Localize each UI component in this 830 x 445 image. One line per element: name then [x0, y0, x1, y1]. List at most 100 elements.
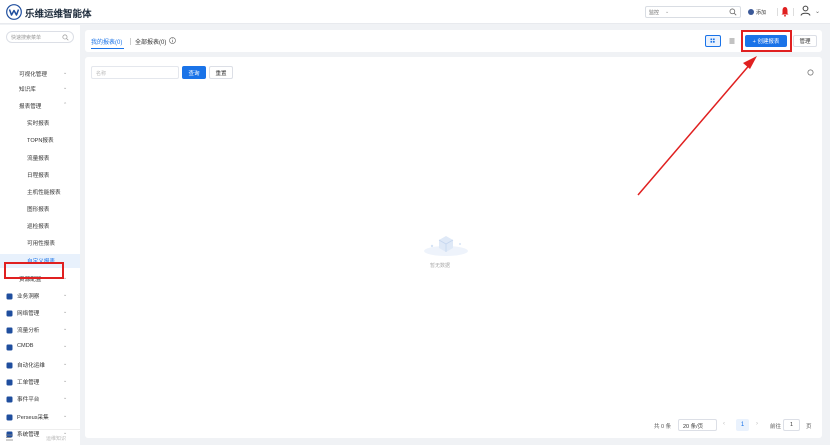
app-title: 乐维运维智能体 — [25, 9, 92, 20]
sidebar-item[interactable]: 事件平台 ⌄ — [0, 392, 80, 406]
search-scope-select[interactable]: 监控 — [649, 9, 659, 16]
sidebar-item[interactable]: 日程报表 — [0, 168, 80, 182]
sidebar-item-label: 实时报表 — [27, 121, 50, 127]
sidebar-item[interactable]: 流量分析 ⌄ — [0, 323, 80, 337]
sidebar-item[interactable]: 实时报表 — [0, 116, 80, 130]
sidebar-item-label: 网络管理 — [17, 311, 40, 317]
sidebar-item[interactable]: 可用性报表 — [0, 236, 80, 250]
traffic-icon — [6, 327, 13, 334]
global-search-input[interactable]: 监控 ⌄ — [645, 6, 741, 18]
chevron-down-icon: ⌄ — [63, 343, 68, 349]
search-icon[interactable] — [62, 34, 69, 41]
business-icon — [6, 293, 13, 300]
chevron-down-icon: ⌄ — [63, 70, 68, 76]
chevron-down-icon: ⌄ — [63, 292, 68, 298]
sidebar-item-label: 可用性报表 — [27, 241, 55, 247]
sidebar-item[interactable]: 巡检报表 — [0, 219, 80, 233]
user-icon[interactable] — [800, 5, 811, 16]
top-bar: 乐维运维智能体 监控 ⌄ 添加 ⌄ — [0, 0, 830, 24]
chevron-up-icon: ⌃ — [63, 102, 68, 108]
tab-my-reports[interactable]: 我的报表(0) — [91, 37, 122, 46]
name-filter-placeholder: 名称 — [96, 71, 107, 77]
add-button[interactable]: 添加 — [748, 6, 766, 18]
empty-state-illustration — [424, 236, 468, 256]
sidebar-item-label: TOPN报表 — [27, 138, 54, 144]
sidebar-item-label: 报表管理 — [19, 104, 42, 110]
add-label: 添加 — [756, 9, 767, 16]
network-icon — [6, 310, 13, 317]
sidebar-item[interactable]: 自动化运维 ⌄ — [0, 358, 80, 372]
sidebar-item-label: 巡检报表 — [27, 224, 50, 230]
sidebar-item[interactable]: 流量报表 — [0, 151, 80, 165]
footer-link[interactable]: 运维知识 — [46, 435, 66, 442]
tab-all-reports[interactable]: 全部报表(0) — [135, 37, 166, 46]
tab-bar: 我的报表(0) 全部报表(0) + 创建报表 管理 — [85, 30, 822, 52]
grid-view-button[interactable] — [705, 35, 721, 47]
manage-button[interactable]: 管理 — [793, 35, 817, 47]
name-filter-input[interactable]: 名称 — [91, 66, 179, 79]
sidebar-item-label: 业务洞察 — [17, 294, 40, 300]
query-button[interactable]: 查询 — [182, 66, 206, 79]
page-number-current[interactable]: 1 — [736, 419, 749, 431]
divider — [777, 8, 778, 16]
user-menu-chevron-icon[interactable]: ⌄ — [815, 8, 820, 15]
sidebar-item-label: 自动化运维 — [17, 363, 45, 369]
automation-icon — [6, 362, 13, 369]
search-icon[interactable] — [729, 8, 737, 16]
sidebar-item-label: 流量报表 — [27, 156, 50, 162]
sidebar-item-label: 主机性能报表 — [27, 190, 61, 196]
sidebar-item[interactable]: 知识库 ⌄ — [0, 82, 80, 96]
sidebar-item-label: 工单管理 — [17, 380, 40, 386]
sidebar-item-label: 可视化管理 — [19, 72, 47, 78]
sidebar-item-label: Perseus采集 — [17, 415, 49, 421]
list-icon — [729, 38, 735, 44]
page-unit-label: 页 — [806, 424, 812, 430]
menu-search-placeholder: 快速搜索菜单 — [11, 35, 42, 41]
next-page-icon[interactable]: › — [756, 421, 758, 427]
grid-icon — [710, 38, 715, 43]
sidebar-item[interactable]: Perseus采集 ⌄ — [0, 410, 80, 424]
chevron-down-icon: ⌄ — [63, 378, 68, 384]
chevron-down-icon: ⌄ — [63, 413, 68, 419]
list-view-button[interactable] — [724, 35, 740, 47]
sidebar-item[interactable]: 图形报表 — [0, 202, 80, 216]
divider — [793, 8, 794, 16]
info-icon[interactable] — [169, 37, 176, 44]
pagination: 共 0 条 20 条/页 ‹ 1 › 前往 1 页 — [85, 418, 822, 432]
highlight-box — [4, 262, 64, 279]
sidebar-item[interactable]: TOPN报表 — [0, 133, 80, 147]
sidebar-item[interactable]: CMDB ⌄ — [0, 340, 80, 354]
bell-icon[interactable] — [781, 6, 789, 17]
report-content-panel: 名称 查询 重置 暂无数据 共 0 条 20 条/页 ‹ 1 › 前往 1 页 — [85, 57, 822, 438]
page-size-select[interactable]: 20 条/页 — [678, 419, 717, 431]
reset-button[interactable]: 重置 — [209, 66, 233, 79]
goto-page-input[interactable]: 1 — [783, 419, 800, 431]
refresh-icon[interactable] — [807, 69, 814, 76]
sidebar-item[interactable]: 业务洞察 ⌄ — [0, 289, 80, 303]
sidebar-item[interactable]: 可视化管理 ⌄ — [0, 67, 80, 81]
divider — [130, 38, 131, 45]
menu-search-input[interactable]: 快速搜索菜单 — [6, 31, 74, 43]
ticket-icon — [6, 379, 13, 386]
sidebar-item-label: 事件平台 — [17, 397, 40, 403]
sidebar-item-label: CMDB — [17, 343, 34, 349]
prev-page-icon[interactable]: ‹ — [723, 421, 725, 427]
sidebar-item[interactable]: 网络管理 ⌄ — [0, 306, 80, 320]
menu-toggle-icon[interactable] — [6, 434, 13, 441]
chevron-down-icon: ⌄ — [665, 9, 670, 15]
sidebar-footer: 运维知识 — [0, 429, 80, 445]
app-logo-icon — [6, 4, 22, 20]
chevron-down-icon: ⌄ — [63, 361, 68, 367]
active-tab-indicator — [91, 48, 124, 49]
goto-label: 前往 — [770, 424, 782, 430]
create-report-button[interactable]: + 创建报表 — [745, 35, 787, 47]
sidebar-item[interactable]: 主机性能报表 — [0, 185, 80, 199]
perseus-icon — [6, 414, 13, 421]
add-icon — [748, 9, 754, 15]
cmdb-icon — [6, 344, 13, 351]
page-size-value: 20 条/页 — [683, 424, 704, 430]
sidebar-item-label: 知识库 — [19, 87, 36, 93]
sidebar-item[interactable]: 报表管理 ⌃ — [0, 99, 80, 113]
sidebar-item[interactable]: 工单管理 ⌄ — [0, 375, 80, 389]
sidebar-item-label: 日程报表 — [27, 173, 50, 179]
